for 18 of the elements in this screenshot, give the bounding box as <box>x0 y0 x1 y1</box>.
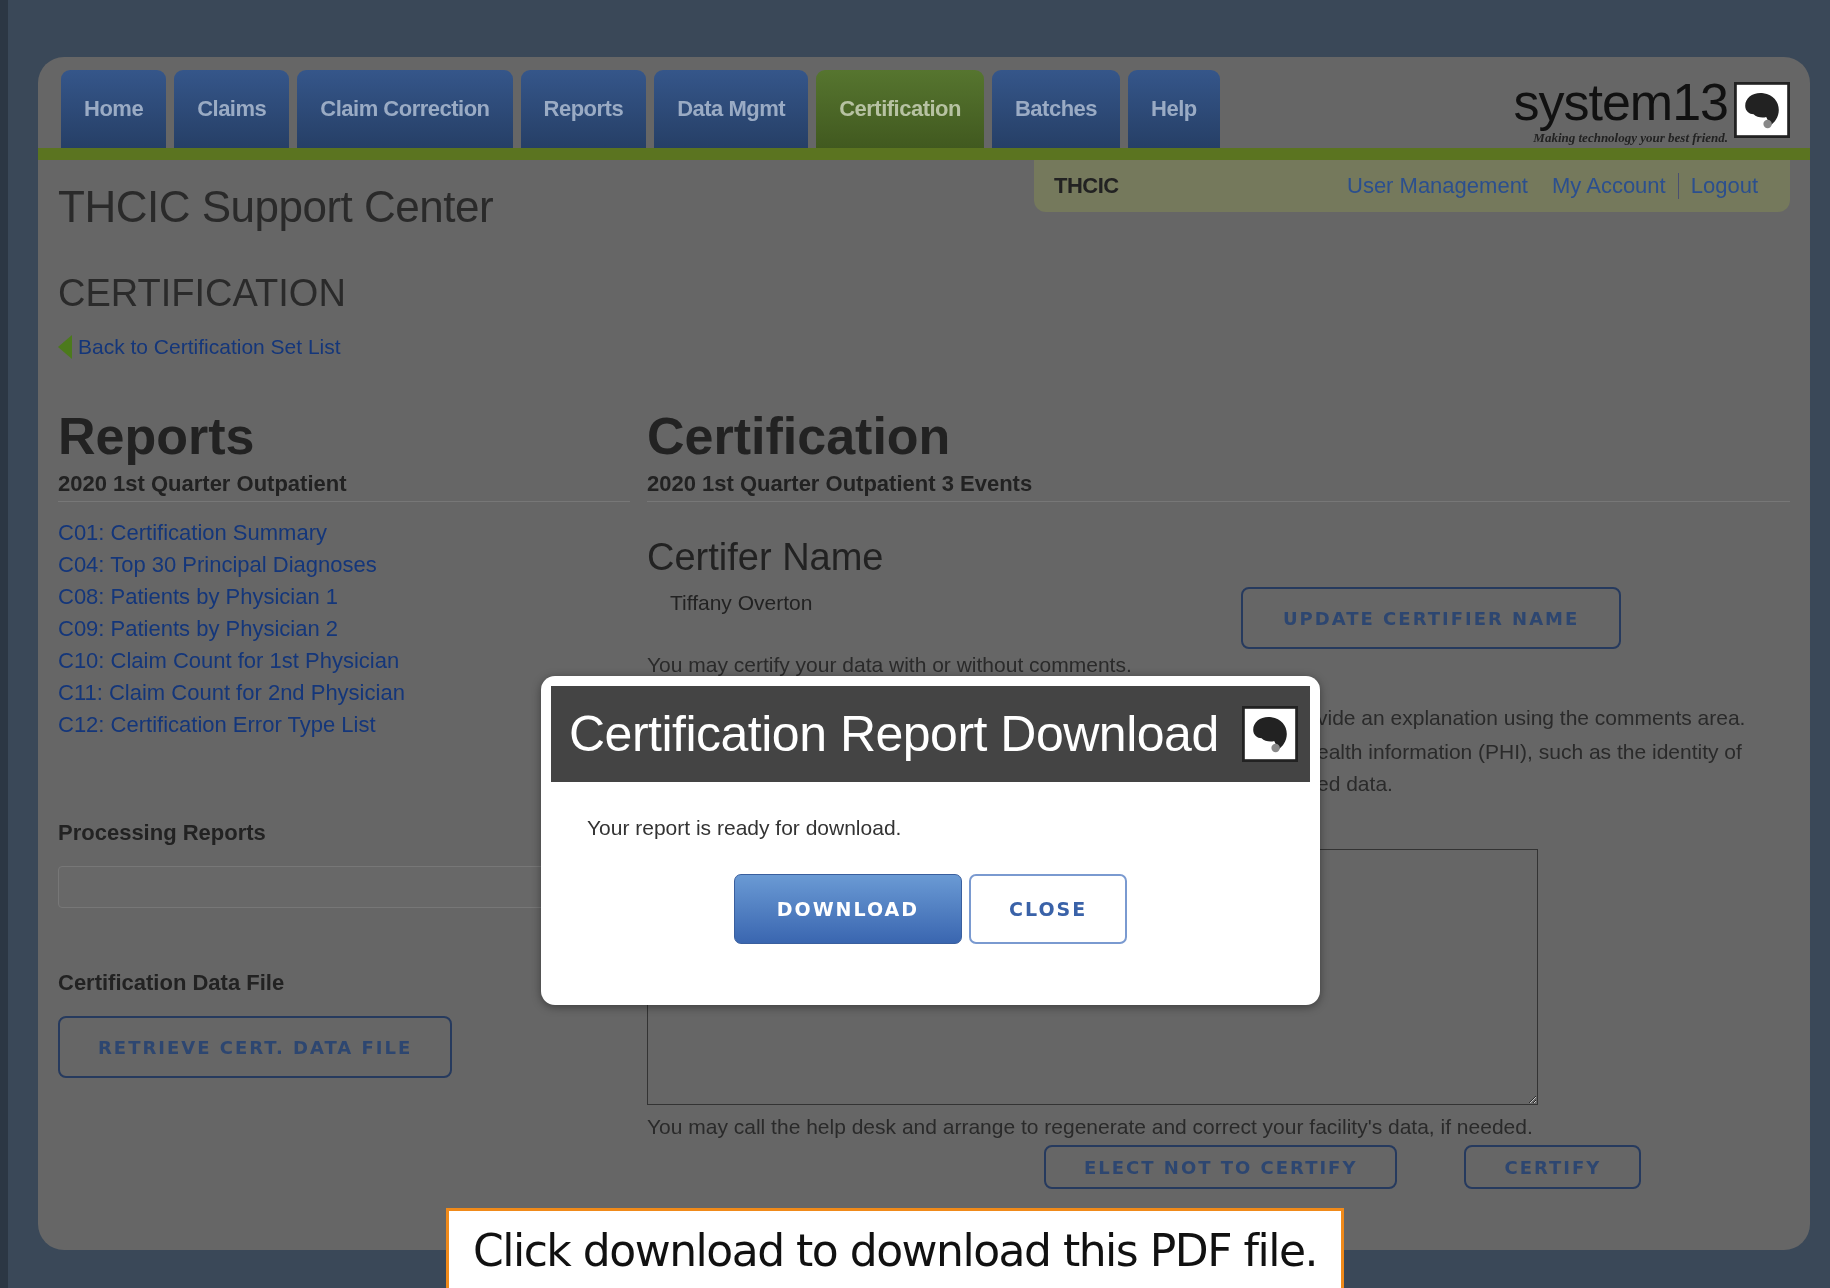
section-title: CERTIFICATION <box>58 272 347 315</box>
reports-subheading: 2020 1st Quarter Outpatient <box>58 467 630 502</box>
site-title: THCIC Support Center <box>58 182 494 232</box>
dialog-title: Certification Report Download <box>569 705 1219 763</box>
data-file-heading: Certification Data File <box>58 970 285 996</box>
processing-heading: Processing Reports <box>58 820 266 846</box>
brand-logo-text: system13 <box>1513 74 1728 130</box>
certifier-name: Tiffany Overton <box>670 591 814 615</box>
brand-tagline: Making technology your best friend. <box>1533 130 1728 146</box>
certification-subheading: 2020 1st Quarter Outpatient 3 Events <box>647 467 1790 502</box>
help-text: You may call the help desk and arrange to regenerate and correct your facility's data, if needed. <box>647 1114 1533 1140</box>
intro-text: You may certify your data with or without comments. <box>647 652 1132 678</box>
dialog-message: Your report is ready for download. <box>587 816 903 840</box>
callout-caption: Click download to download this PDF file. <box>446 1208 1344 1288</box>
certifier-heading: Certifer Name <box>647 536 885 579</box>
org-name: THCIC <box>1054 173 1120 199</box>
reports-heading: Reports <box>58 406 256 467</box>
certification-heading: Certification <box>647 406 952 467</box>
